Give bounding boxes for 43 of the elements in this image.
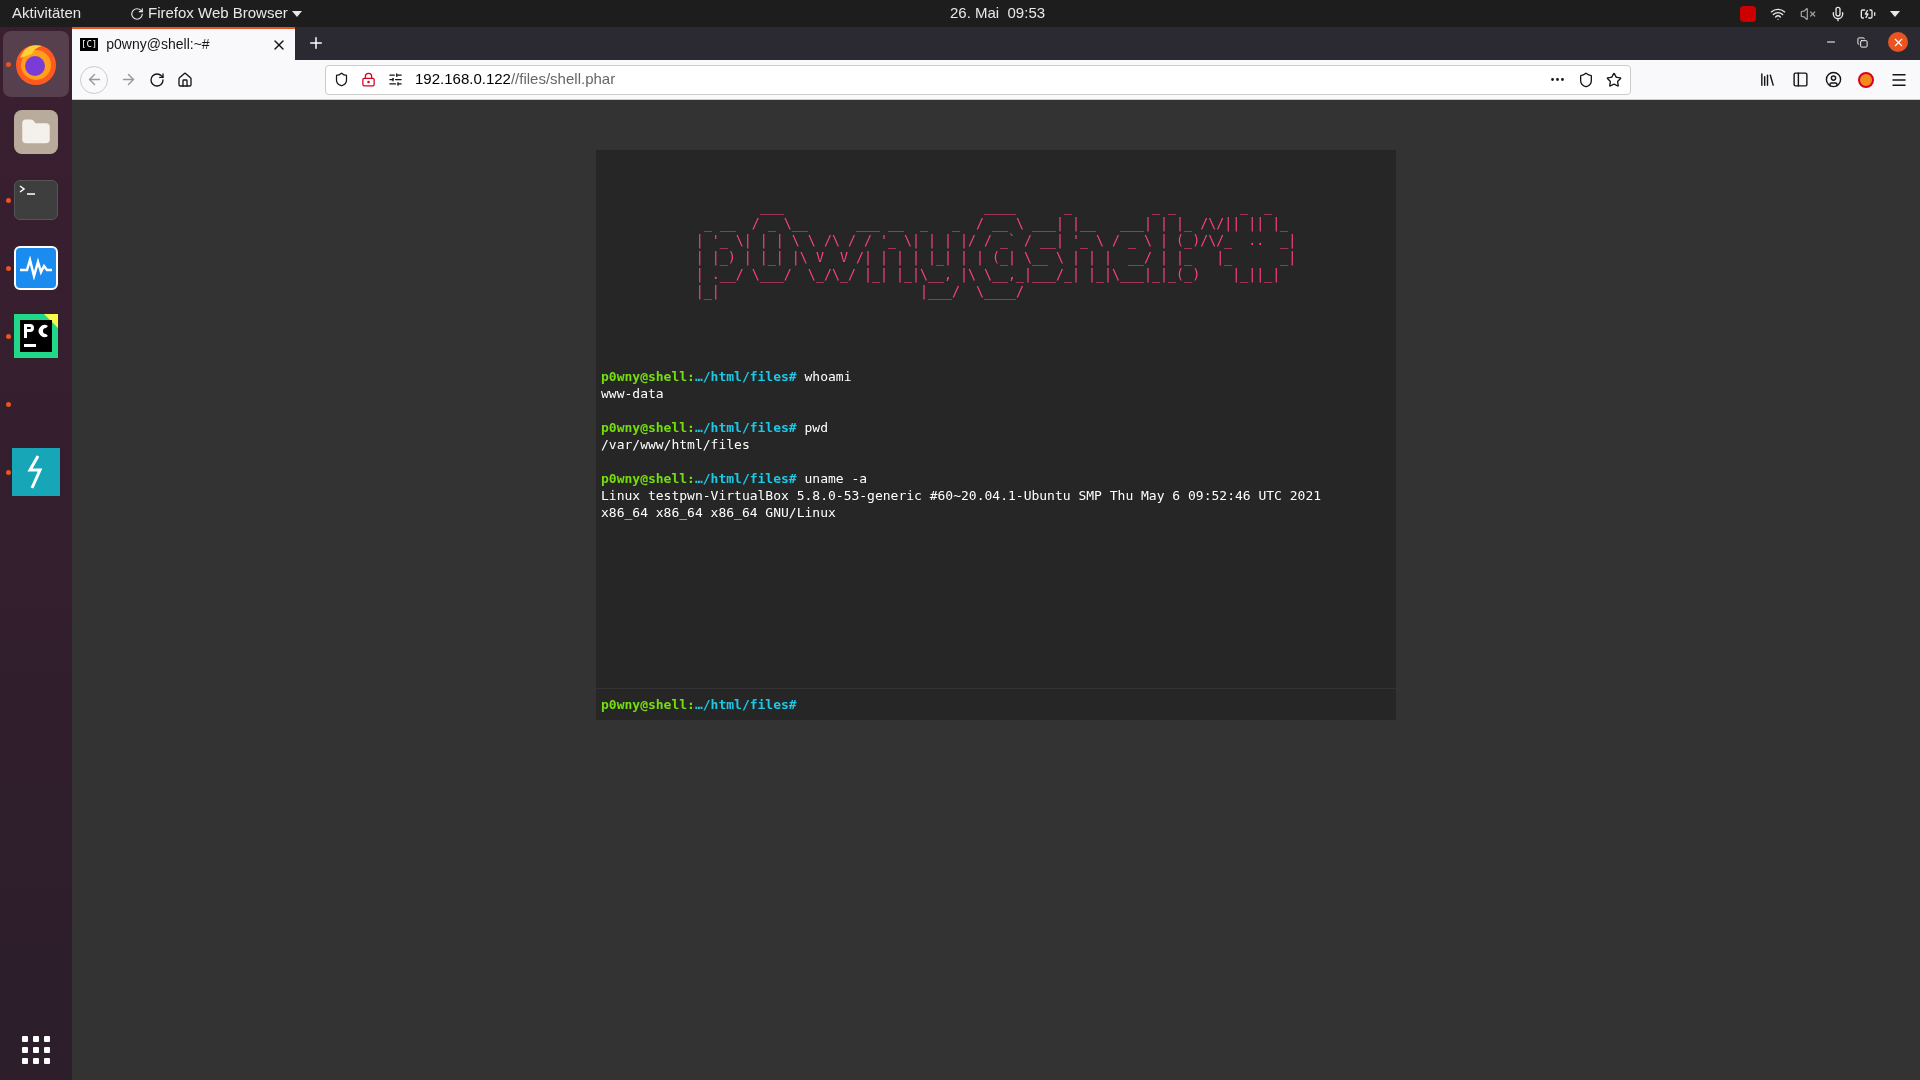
insecure-lock-icon[interactable] xyxy=(361,72,376,87)
banner-title: ___ ____ _ _ _ _ _ _ __ / _ \__ ___ __ _ _ / __ \ ___| |__ ___| | |_ /\/|| || |_ | '_ \| | | \ \ /\ / / '_ \| | | |/ / _` / __| '_ \ / _ \ | (_)/\/_ .. _| | |_) | |_| |\ V V /| | | | |_| | | (_| \__ \ | | | __/ | |_ |_ _| | .__/ \___/ \_/\_/ |_| |_|\__, |\ \__,_|___/_| |_|\___|_|_(_) |_||_| |_| |___/ \____/ xyxy=(695,198,1297,300)
browser-tab[interactable]: [C] p0wny@shell:~# xyxy=(72,27,295,60)
dock-item[interactable] xyxy=(3,31,69,97)
ide-logo-icon xyxy=(14,314,58,358)
favicon: [C] xyxy=(80,37,99,52)
lightning-icon xyxy=(12,448,60,496)
extension-icon[interactable] xyxy=(1858,71,1874,88)
home-icon[interactable] xyxy=(177,71,193,88)
command-output: /var/www/html/files xyxy=(601,436,751,453)
command-input[interactable]: p0wny@shell:…/html/files# xyxy=(596,688,1396,720)
shield-icon[interactable] xyxy=(334,72,349,87)
caret-icon[interactable] xyxy=(1890,10,1900,17)
new-tab-icon[interactable] xyxy=(307,34,325,52)
caret-icon xyxy=(291,10,302,17)
sidebar-icon[interactable] xyxy=(1792,71,1809,88)
reload-icon[interactable] xyxy=(149,71,165,88)
bookmark-star-icon[interactable] xyxy=(1606,71,1622,88)
terminal-icon xyxy=(14,180,58,220)
tab-title: p0wny@shell:~# xyxy=(106,35,211,54)
app-grid-icon[interactable] xyxy=(22,1036,50,1064)
command-line: p0wny@shell:…/html/files# whoami xyxy=(601,368,853,385)
clock[interactable]: 26. Mai 09:53 xyxy=(950,2,1046,25)
activities-button[interactable]: Aktivitäten xyxy=(12,2,112,25)
command-output: x86_64 x86_64 x86_64 GNU/Linux xyxy=(601,504,837,521)
restore-icon[interactable] xyxy=(1857,36,1868,48)
url-text: 192.168.0.122//files/shell.phar xyxy=(415,69,617,90)
command-line: p0wny@shell:…/html/files# pwd xyxy=(601,419,829,436)
app-indicator-icon[interactable] xyxy=(1740,5,1756,22)
permissions-icon[interactable] xyxy=(388,72,403,87)
command-output: Linux testpwn-VirtualBox 5.8.0-53-generic #60~20.04.1-Ubuntu SMP Thu May 6 09:52:46 UTC 2021 xyxy=(601,487,1323,504)
url-field[interactable]: 192.168.0.122//files/shell.phar xyxy=(325,64,1631,95)
command-output: www-data xyxy=(601,385,665,402)
close-window-button[interactable] xyxy=(1888,32,1908,52)
command-line: p0wny@shell:…/html/files# uname -a xyxy=(601,470,869,487)
account-icon[interactable] xyxy=(1825,71,1842,88)
library-icon[interactable] xyxy=(1759,71,1776,88)
app-menu[interactable]: Firefox Web Browser xyxy=(130,2,302,25)
folder-icon xyxy=(14,110,58,154)
microphone-icon[interactable] xyxy=(1830,5,1846,22)
forward-icon[interactable] xyxy=(120,71,137,88)
pulse-chart-icon xyxy=(14,246,58,290)
volume-muted-icon[interactable] xyxy=(1800,5,1816,22)
